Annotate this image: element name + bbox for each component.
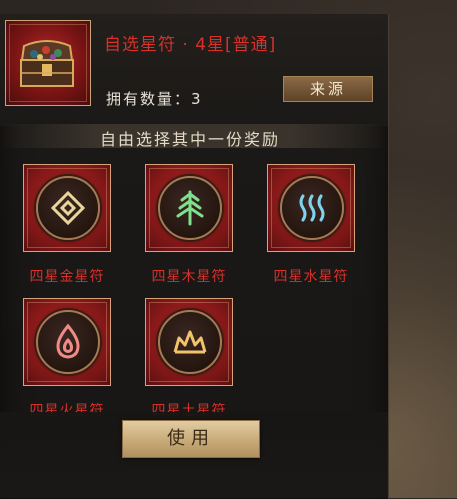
use-button[interactable]: 使用 [122,420,260,458]
reward-slot-earth[interactable] [145,298,233,386]
earth-mountain-icon [173,330,207,354]
item-quantity: 拥有数量：3 [106,90,203,108]
wood-tree-icon [176,190,204,226]
treasure-chest-icon [20,40,74,87]
reward-slot-metal[interactable] [23,164,111,252]
reward-slot-fire[interactable] [23,298,111,386]
item-title: 自选星符 · 4星[普通] [104,35,277,55]
reward-label-wood: 四星木星符 [151,269,227,285]
item-icon-frame [5,20,91,106]
fire-flame-icon [56,323,80,359]
reward-slot-water[interactable] [267,164,355,252]
source-button[interactable]: 来源 [283,76,373,102]
metal-diamond-icon [50,190,86,226]
reward-label-water: 四星水星符 [273,269,349,285]
water-waves-icon [299,194,325,222]
reward-slot-wood[interactable] [145,164,233,252]
instruction-text: 自由选择其中一份奖励 [99,130,280,149]
reward-label-metal: 四星金星符 [29,269,105,285]
